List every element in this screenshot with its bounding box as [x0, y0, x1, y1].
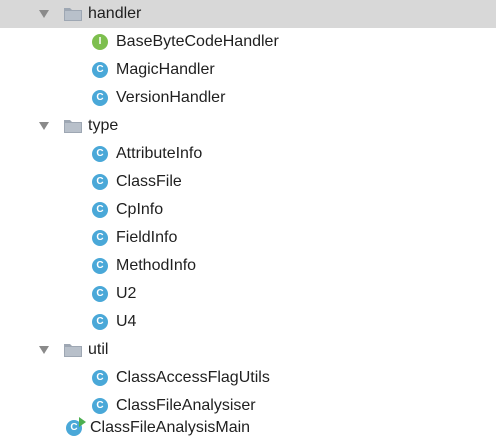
tree-item-u4[interactable]: C U4: [0, 308, 496, 336]
class-label: BaseByteCodeHandler: [116, 33, 279, 50]
tree-item-base-byte-code-handler[interactable]: I BaseByteCodeHandler: [0, 28, 496, 56]
runnable-class-icon: C: [66, 417, 86, 437]
class-icon: C: [92, 146, 108, 162]
package-label: util: [88, 341, 109, 358]
class-label: MagicHandler: [116, 61, 215, 78]
tree-item-attribute-info[interactable]: C AttributeInfo: [0, 140, 496, 168]
run-arrow-icon: [79, 417, 86, 427]
tree-item-version-handler[interactable]: C VersionHandler: [0, 84, 496, 112]
class-label: AttributeInfo: [116, 145, 203, 162]
tree-item-class-access-flag-utils[interactable]: C ClassAccessFlagUtils: [0, 364, 496, 392]
package-folder-icon: [64, 7, 82, 21]
class-icon: C: [92, 370, 108, 386]
tree-item-magic-handler[interactable]: C MagicHandler: [0, 56, 496, 84]
class-icon: C: [92, 62, 108, 78]
class-label: ClassFileAnalysiser: [116, 397, 256, 414]
class-label: CpInfo: [116, 201, 164, 218]
class-icon: C: [92, 314, 108, 330]
package-label: handler: [88, 5, 142, 22]
package-handler[interactable]: handler: [0, 0, 496, 28]
class-label: VersionHandler: [116, 89, 226, 106]
class-icon: C: [92, 286, 108, 302]
package-label: type: [88, 117, 119, 134]
class-icon: C: [92, 202, 108, 218]
tree-item-u2[interactable]: C U2: [0, 280, 496, 308]
class-label: ClassAccessFlagUtils: [116, 369, 270, 386]
class-label: FieldInfo: [116, 229, 178, 246]
class-icon: C: [92, 398, 108, 414]
class-label: U4: [116, 313, 137, 330]
package-util[interactable]: util: [0, 336, 496, 364]
class-label: MethodInfo: [116, 257, 197, 274]
tree-item-cp-info[interactable]: C CpInfo: [0, 196, 496, 224]
class-icon: C: [92, 258, 108, 274]
tree-item-field-info[interactable]: C FieldInfo: [0, 224, 496, 252]
chevron-down-icon[interactable]: [38, 8, 50, 20]
chevron-down-icon[interactable]: [38, 344, 50, 356]
interface-icon: I: [92, 34, 108, 50]
package-folder-icon: [64, 343, 82, 357]
package-type[interactable]: type: [0, 112, 496, 140]
tree-item-class-file[interactable]: C ClassFile: [0, 168, 496, 196]
class-icon: C: [92, 174, 108, 190]
chevron-down-icon[interactable]: [38, 120, 50, 132]
tree-item-class-file-analysis-main[interactable]: C ClassFileAnalysisMain: [0, 414, 496, 442]
class-label: ClassFileAnalysisMain: [90, 419, 251, 436]
class-label: ClassFile: [116, 173, 182, 190]
project-tree: handler I BaseByteCodeHandler C MagicHan…: [0, 0, 496, 442]
class-label: U2: [116, 285, 137, 302]
class-icon: C: [92, 230, 108, 246]
class-icon: C: [92, 90, 108, 106]
tree-item-method-info[interactable]: C MethodInfo: [0, 252, 496, 280]
package-folder-icon: [64, 119, 82, 133]
